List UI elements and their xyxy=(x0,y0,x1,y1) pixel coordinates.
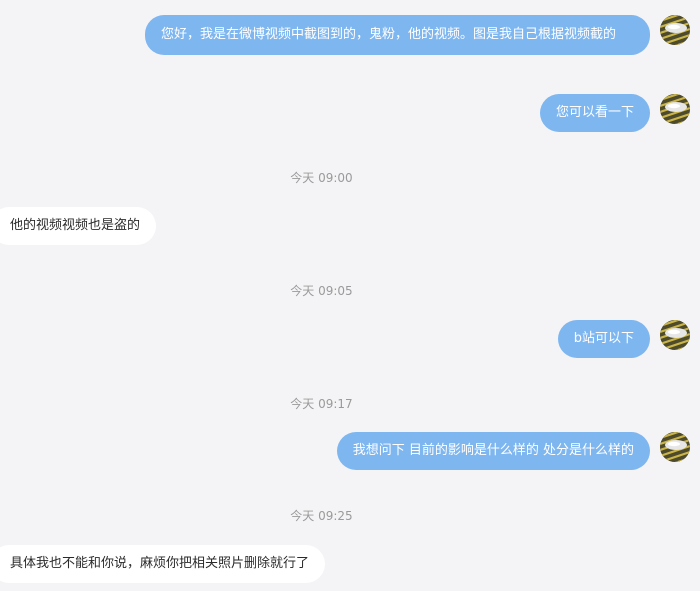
message-bubble-incoming[interactable]: 具体我也不能和你说，麻烦你把相关照片删除就行了 xyxy=(0,545,326,583)
message-timestamp: 今天 09:05 xyxy=(290,284,353,298)
chat-thread: 您好，我是在微博视频中截图到的，鬼粉，他的视频。图是我自己根据视频截的 您可以看… xyxy=(0,0,700,591)
user-avatar-icon[interactable] xyxy=(660,320,690,350)
message-timestamp: 今天 09:17 xyxy=(290,397,353,411)
message-timestamp: 今天 09:00 xyxy=(290,171,353,185)
message-bubble-outgoing[interactable]: b站可以下 xyxy=(557,320,650,358)
user-avatar-icon[interactable] xyxy=(660,432,690,462)
message-bubble-outgoing[interactable]: 我想问下 目前的影响是什么样的 处分是什么样的 xyxy=(336,432,650,470)
message-bubble-outgoing[interactable]: 您好，我是在微博视频中截图到的，鬼粉，他的视频。图是我自己根据视频截的 xyxy=(145,15,650,55)
message-bubble-outgoing[interactable]: 您可以看一下 xyxy=(539,94,650,132)
message-timestamp: 今天 09:25 xyxy=(290,509,353,523)
message-bubble-incoming[interactable]: 他的视频视频也是盗的 xyxy=(0,207,157,245)
user-avatar-icon[interactable] xyxy=(660,15,690,45)
user-avatar-icon[interactable] xyxy=(660,94,690,124)
